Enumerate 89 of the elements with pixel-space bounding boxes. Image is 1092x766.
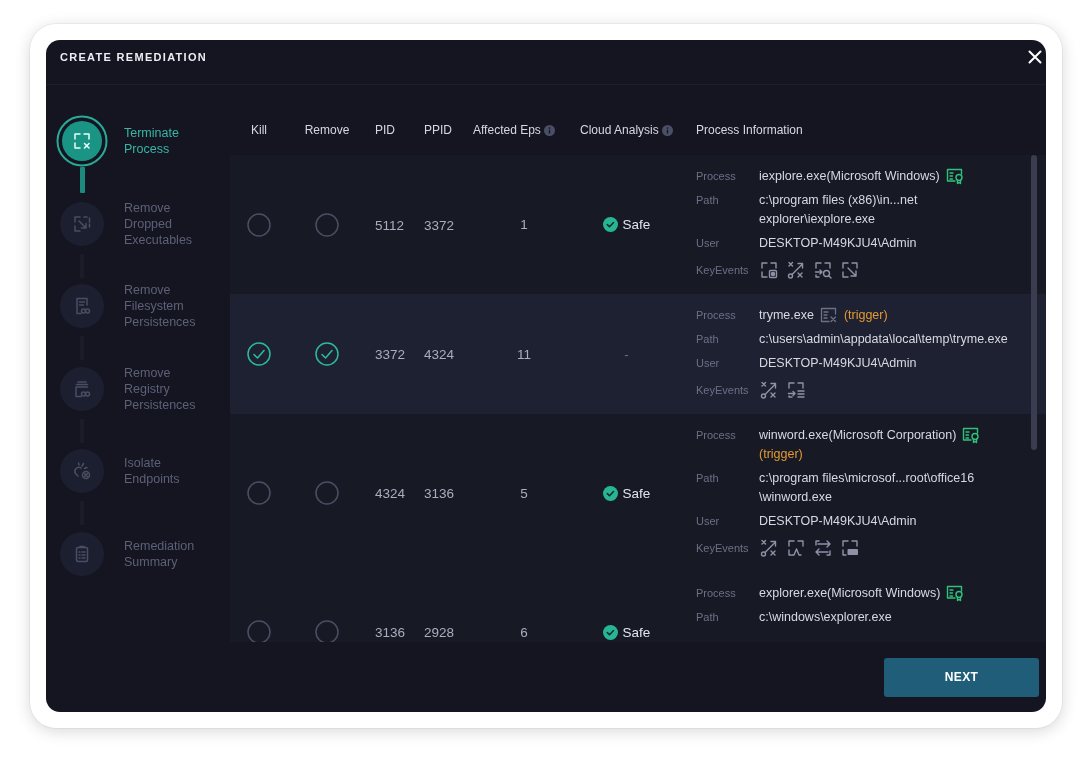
analysis-status: - — [624, 346, 629, 362]
field-label: KeyEvents — [696, 263, 750, 278]
cross-arrow-icon — [759, 538, 779, 558]
user-text: DESKTOP-M49KJU4\Admin — [759, 235, 918, 252]
remove-checkbox[interactable] — [315, 342, 339, 366]
frame-arrow-icon — [840, 260, 860, 280]
scrollbar-thumb[interactable] — [1031, 155, 1037, 450]
table-row[interactable]: 3136 2928 6 Safe Process explorer.exe(Microsoft Windows) Path c:\windows\explorer.exe — [230, 572, 1046, 642]
frame-pulse-icon — [786, 538, 806, 558]
column-header: Remove — [304, 123, 350, 137]
ppid-cell: 3372 — [424, 217, 455, 233]
path-text: c:\windows\explorer.exe — [759, 609, 893, 626]
cross-arrow-icon — [759, 380, 779, 400]
close-icon — [1028, 50, 1042, 64]
table-row[interactable]: 4324 3136 5 Safe Process winword.exe(Microsoft Corporation) (trigger) Path c:\program files\microsof...root\office16 \winword.exe User DESKTOP-M49KJU4\Admin KeyEvents — [230, 414, 1046, 572]
check-circle-icon — [602, 624, 618, 640]
field-label: Path — [696, 332, 720, 347]
process-name: tryme.exe — [759, 307, 814, 324]
document-loop-icon[interactable] — [60, 284, 104, 329]
column-header: Cloud Analysis — [580, 123, 659, 137]
swap-arrows-icon — [813, 538, 833, 558]
path-text: c:\users\admin\appdata\local\temp\tryme.exe — [759, 331, 1009, 348]
field-label: KeyEvents — [696, 541, 750, 556]
user-text: DESKTOP-M49KJU4\Admin — [759, 355, 918, 372]
remove-checkbox[interactable] — [315, 481, 339, 505]
column-header: Kill — [251, 123, 267, 137]
field-label: Process — [696, 169, 737, 184]
frame-square-icon — [759, 260, 779, 280]
process-name: explorer.exe(Microsoft Windows) — [759, 585, 941, 602]
ppid-cell: 3136 — [424, 486, 455, 501]
process-name: winword.exe(Microsoft Corporation) — [759, 427, 957, 444]
kill-checkbox[interactable] — [247, 342, 271, 366]
path-text: c:\program files\microsof...root\office16 \winword.exe — [759, 470, 976, 506]
remove-checkbox[interactable] — [315, 212, 339, 237]
affected-eps-cell: 1 — [520, 217, 528, 232]
unlink-icon[interactable] — [60, 449, 104, 494]
table-row[interactable]: 3372 4324 11 - Process tryme.exe (trigger) Path c:\users\admin\appdata\local\temp\tryme.exe User DESKTOP-M49KJU4\Admin KeyEvents — [230, 294, 1046, 414]
path-text: c:\program files (x86)\in...net explorer\iexplore.exe — [759, 192, 919, 228]
table-row[interactable]: 5112 3372 1 Safe Process iexplore.exe(Microsoft Windows) Path c:\program files (x86)\in...net explorer\iexplore.exe User DESKTOP-M49KJU4\Admin KeyEvents — [230, 155, 1046, 294]
cross-arrow-icon — [786, 260, 806, 280]
ppid-cell: 4324 — [424, 347, 455, 362]
field-label: User — [696, 236, 721, 251]
process-name: iexplore.exe(Microsoft Windows) — [759, 168, 940, 185]
kill-checkbox[interactable] — [247, 481, 271, 505]
affected-eps-cell: 5 — [520, 485, 528, 501]
kill-checkbox[interactable] — [247, 212, 271, 237]
field-label: Process — [696, 586, 737, 601]
remove-checkbox[interactable] — [315, 620, 339, 642]
step-connector — [79, 167, 85, 193]
field-label: User — [696, 514, 721, 529]
pid-cell: 3136 — [375, 625, 406, 640]
frame-list-icon — [786, 380, 806, 400]
field-label: Process — [696, 428, 737, 443]
dialog-title: CREATE REMEDIATION — [60, 50, 208, 64]
column-header: PPID — [424, 123, 452, 137]
info-icon[interactable] — [543, 124, 555, 136]
ppid-cell: 2928 — [424, 625, 455, 640]
field-label: Path — [696, 471, 720, 486]
frame-keyboard-icon — [840, 538, 860, 558]
pid-cell: 3372 — [375, 347, 406, 362]
pid-cell: 5112 — [375, 217, 405, 233]
info-icon[interactable] — [661, 124, 673, 136]
step-label[interactable]: Terminate Process — [124, 125, 209, 157]
close-button[interactable] — [1028, 50, 1042, 64]
stack-loop-icon[interactable] — [60, 366, 104, 411]
frame-search-icon — [813, 260, 833, 280]
field-label: Path — [696, 610, 720, 625]
analysis-status: Safe — [622, 624, 651, 640]
field-label: Process — [696, 308, 737, 323]
trigger-label: (trigger) — [759, 446, 803, 463]
user-text: DESKTOP-M49KJU4\Admin — [759, 513, 918, 530]
field-label: User — [696, 356, 721, 371]
field-label: Path — [696, 193, 720, 208]
trigger-label: (trigger) — [843, 307, 888, 324]
next-button[interactable]: NEXT — [884, 657, 1039, 697]
analysis-status: Safe — [622, 217, 651, 232]
pid-cell: 4324 — [375, 486, 406, 501]
affected-eps-cell: 6 — [520, 624, 528, 640]
field-label: KeyEvents — [696, 383, 750, 398]
kill-checkbox[interactable] — [247, 620, 271, 642]
check-circle-icon — [602, 217, 618, 232]
affected-eps-cell: 11 — [517, 346, 531, 362]
column-header: Process Information — [696, 123, 803, 137]
analysis-status: Safe — [622, 485, 651, 501]
check-circle-icon — [602, 485, 618, 501]
clipboard-icon[interactable] — [60, 531, 104, 576]
frame-x-icon[interactable] — [56, 115, 108, 167]
column-header: Affected Eps — [473, 123, 541, 137]
column-header: PID — [375, 123, 395, 137]
